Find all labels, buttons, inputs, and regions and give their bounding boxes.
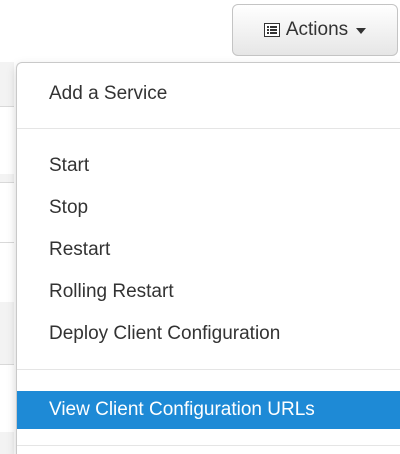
menu-item-restart[interactable]: Restart — [17, 231, 400, 269]
menu-divider — [17, 128, 400, 129]
list-icon — [263, 23, 280, 37]
menu-item-view-client-configuration-urls[interactable]: View Client Configuration URLs — [17, 391, 400, 429]
actions-button[interactable]: Actions — [232, 4, 398, 56]
page: Actions Add a Service Start Stop Restart… — [0, 0, 400, 454]
menu-divider — [17, 369, 400, 370]
background-table-edge — [0, 62, 14, 454]
actions-dropdown-menu: Add a Service Start Stop Restart Rolling… — [16, 62, 400, 454]
menu-item-deploy-client-configuration[interactable]: Deploy Client Configuration — [17, 315, 400, 353]
menu-item-start[interactable]: Start — [17, 147, 400, 185]
caret-down-icon — [356, 28, 367, 34]
menu-divider — [17, 445, 400, 446]
actions-button-label: Actions — [285, 19, 349, 40]
menu-item-rolling-restart[interactable]: Rolling Restart — [17, 273, 400, 311]
menu-item-stop[interactable]: Stop — [17, 189, 400, 227]
menu-item-add-service[interactable]: Add a Service — [17, 75, 400, 113]
